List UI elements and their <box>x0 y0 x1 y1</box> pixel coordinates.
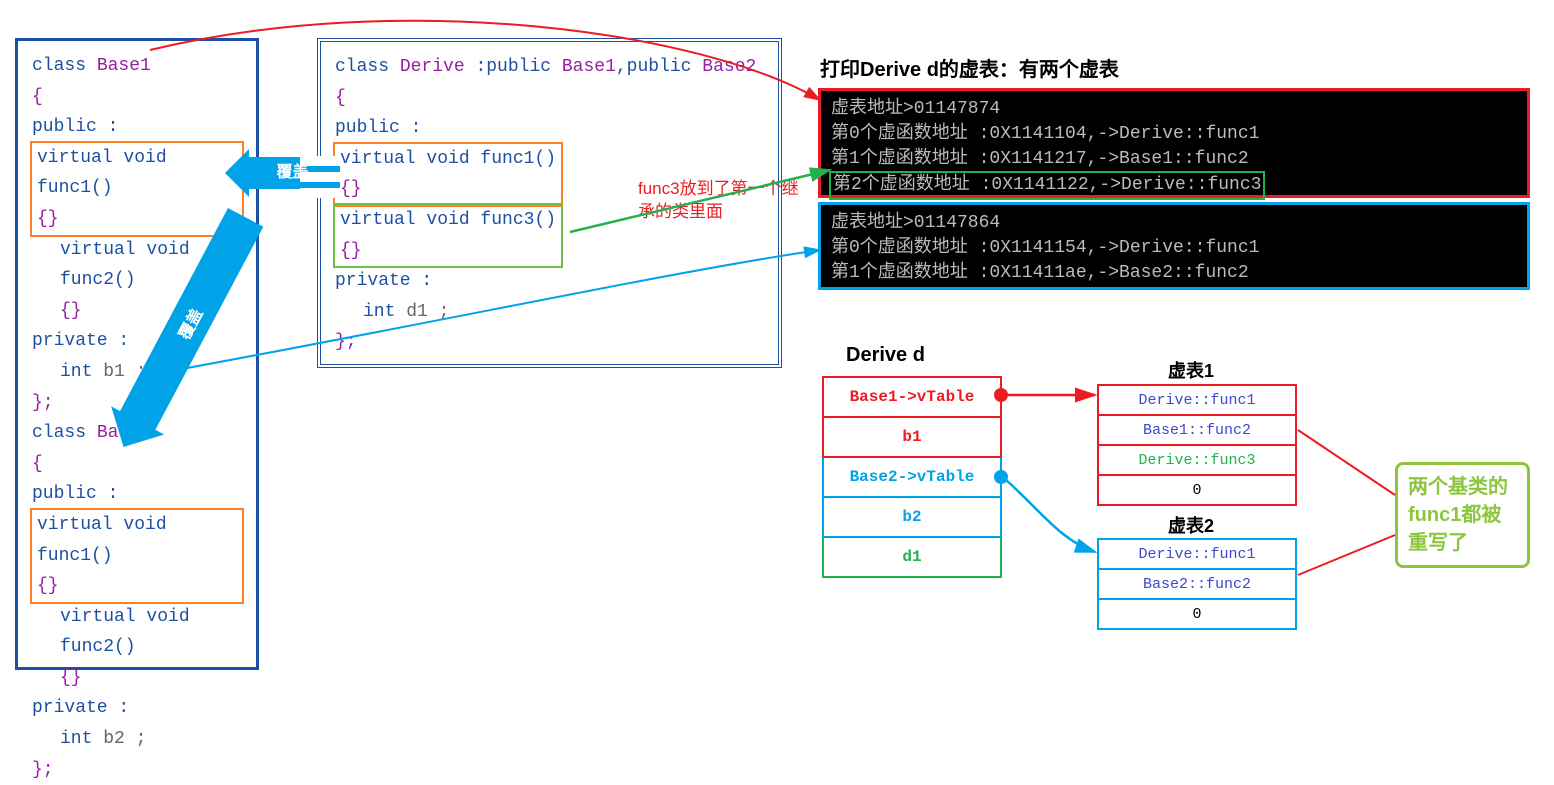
vtable1: Derive::func1 Base1::func2 Derive::func3… <box>1097 384 1297 506</box>
private-kw: private : <box>335 271 432 291</box>
private-kw: private : <box>32 698 129 718</box>
console-vtable2: 虚表地址>01147864 第0个虚函数地址 :0X1141154,->Deri… <box>818 202 1530 290</box>
base2-func1: virtual void func1(){} <box>32 510 242 602</box>
public-kw: public : <box>32 117 118 137</box>
obj-row-base1-vptr: Base1->vTable <box>823 377 1001 417</box>
derive-decl: class Derive :public Base1,public Base2 <box>335 57 756 77</box>
arrow-gap-icon <box>300 150 340 210</box>
vtable1-title: 虚表1 <box>1168 357 1214 383</box>
obj-row-b1: b1 <box>823 417 1001 457</box>
obj-row-b2: b2 <box>823 497 1001 537</box>
end: }; <box>335 332 357 352</box>
end: }; <box>32 393 54 413</box>
override-callout: 两个基类的func1都被重写了 <box>1395 462 1530 568</box>
public-kw: public : <box>32 484 118 504</box>
object-title: Derive d <box>846 344 925 367</box>
vptr1-dot-icon <box>994 388 1008 402</box>
brace: {} <box>32 663 242 694</box>
console-vtable1: 虚表地址>01147874 第0个虚函数地址 :0X1141104,->Deri… <box>818 88 1530 198</box>
vtable2-title: 虚表2 <box>1168 512 1214 538</box>
object-layout-table: Base1->vTable b1 Base2->vTable b2 d1 <box>822 376 1002 578</box>
console-func3-highlight: 第2个虚函数地址 :0X1141122,->Derive::func3 <box>831 173 1263 198</box>
obj-row-d1: d1 <box>823 537 1001 577</box>
private-kw: private : <box>32 331 129 351</box>
vptr2-dot-icon <box>994 470 1008 484</box>
derive-func1: virtual void func1(){} <box>335 144 561 205</box>
end: }; <box>32 760 54 780</box>
derive-func3: virtual void func3(){} <box>335 205 561 266</box>
base2-func2: virtual void func2() <box>32 602 242 663</box>
obj-row-base2-vptr: Base2->vTable <box>823 457 1001 497</box>
base1-func1: virtual void func1(){} <box>32 143 242 235</box>
public-kw: public : <box>335 118 421 138</box>
vtable2: Derive::func1 Base2::func2 0 <box>1097 538 1297 630</box>
base-classes-code: class Base1 { public : virtual void func… <box>15 38 259 670</box>
console-title: 打印Derive d的虚表：有两个虚表 <box>820 53 1119 82</box>
func3-note: func3放到了第一个继承的类里面 <box>638 178 812 224</box>
base1-decl: class Base1 <box>32 56 151 76</box>
